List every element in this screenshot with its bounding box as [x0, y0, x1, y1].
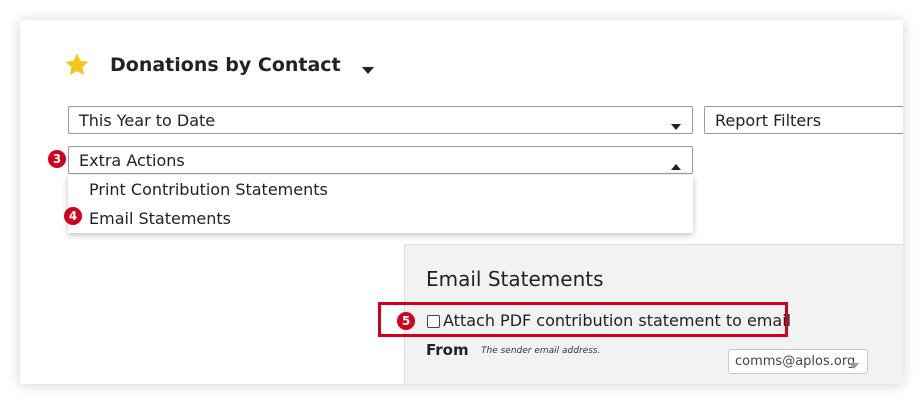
- step-badge-4: 4: [64, 207, 82, 225]
- page-title: Donations by Contact: [110, 54, 341, 76]
- report-card: Donations by Contact This Year to Date R…: [20, 20, 903, 384]
- report-filters-select[interactable]: Report Filters: [704, 106, 903, 134]
- chevron-up-icon: [670, 156, 682, 170]
- step-badge-5: 5: [397, 312, 415, 330]
- extra-actions-value: Extra Actions: [79, 150, 185, 170]
- step-badge-3: 3: [48, 150, 66, 168]
- extra-actions-select[interactable]: Extra Actions: [68, 146, 693, 174]
- date-range-select[interactable]: This Year to Date: [68, 106, 693, 134]
- chevron-down-icon: [670, 116, 682, 130]
- menu-item-print-statements[interactable]: Print Contribution Statements: [89, 180, 328, 199]
- menu-item-email-statements[interactable]: Email Statements: [89, 209, 231, 228]
- chevron-down-icon: [849, 359, 859, 369]
- from-help-text: The sender email address.: [481, 346, 601, 356]
- date-range-value: This Year to Date: [79, 110, 216, 130]
- from-email-select[interactable]: comms@aplos.org: [728, 349, 868, 374]
- report-header: Donations by Contact: [63, 50, 375, 80]
- extra-actions-menu: Print Contribution Statements Email Stat…: [68, 175, 693, 233]
- from-email-value: comms@aplos.org: [735, 354, 856, 369]
- from-label: From: [426, 341, 469, 359]
- attach-pdf-checkbox[interactable]: [427, 315, 440, 328]
- report-filters-value: Report Filters: [715, 110, 822, 130]
- panel-title: Email Statements: [426, 267, 604, 291]
- star-icon[interactable]: [63, 51, 91, 79]
- attach-pdf-label[interactable]: Attach PDF contribution statement to ema…: [443, 311, 791, 330]
- chevron-down-icon[interactable]: [361, 60, 375, 74]
